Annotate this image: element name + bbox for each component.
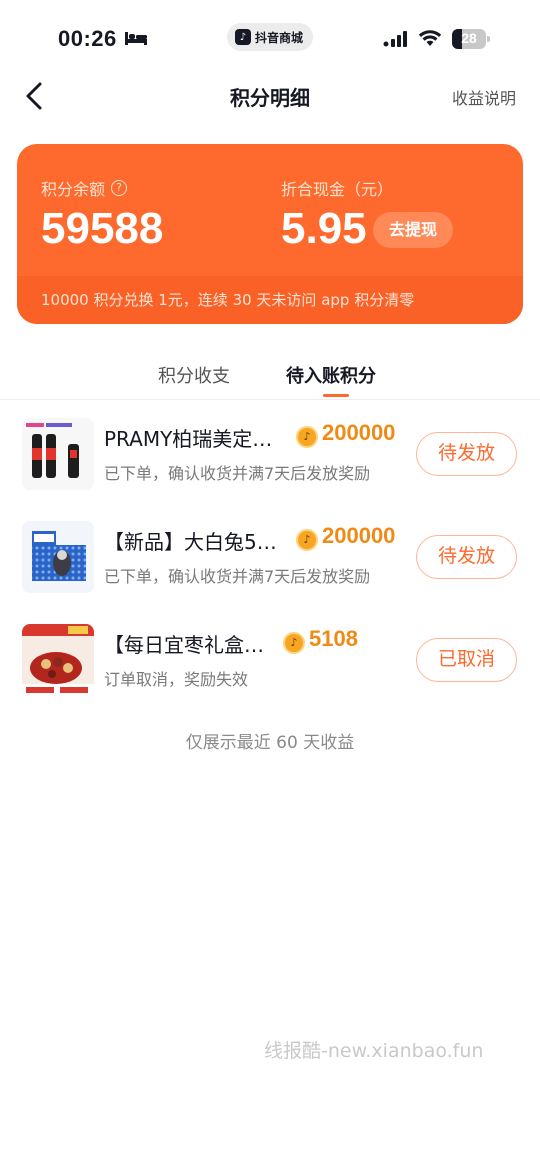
tab-bar: 积分收支 待入账积分 [0,352,540,400]
nav-bar: 积分明细 收益说明 [0,70,540,122]
earnings-info-link[interactable]: 收益说明 [452,85,516,109]
watermark: 线报酷-new.xianbao.fun [264,1040,484,1062]
status-pending-button[interactable]: 待发放 [416,535,517,579]
balance-label: 积分余额 [41,180,106,199]
reward-status-text: 订单取消，奖励失效 [104,670,249,689]
coin-icon: ♪ [283,632,305,654]
coin-icon: ♪ [296,529,318,551]
status-bar: 00:26 ♪ 抖音商城 28 [0,0,540,70]
list-item[interactable]: 【新品】大白兔5… ♪ 200000 已下单，确认收货并满7天后发放奖励 待发放 [0,503,540,603]
cash-label: 折合现金（元） [281,180,394,199]
cellular-signal-icon [383,31,407,47]
douyin-logo-icon: ♪ [235,29,251,45]
points-balance: 59588 [41,204,164,253]
clock: 00:26 [58,26,117,51]
product-thumbnail [22,521,94,593]
list-item[interactable]: PRAMY柏瑞美定… ♪ 200000 已下单，确认收货并满7天后发放奖励 待发… [0,400,540,500]
tab-points-ledger[interactable]: 积分收支 [158,362,230,388]
cash-value: 5.95 [281,204,367,253]
status-pending-button[interactable]: 待发放 [416,432,517,476]
points-summary-card: 积分余额 ? 59588 折合现金（元） 5.95 去提现 10000 积分兑换… [17,144,523,324]
points-amount: 200000 [322,420,396,445]
product-thumbnail [22,624,94,696]
status-cancelled-button[interactable]: 已取消 [416,638,517,682]
coin-icon: ♪ [296,426,318,448]
list-item[interactable]: 【每日宜枣礼盒… ♪ 5108 订单取消，奖励失效 已取消 [0,606,540,706]
product-thumbnail [22,418,94,490]
points-amount: 5108 [309,626,358,651]
sleep-focus-icon [125,32,147,45]
exchange-rule-text: 10000 积分兑换 1元，连续 30 天未访问 app 积分清零 [41,291,415,309]
wifi-icon [418,30,442,46]
product-title: 【新品】大白兔5… [104,530,277,554]
product-title: PRAMY柏瑞美定… [104,427,273,451]
battery-indicator: 28 [452,29,490,49]
tab-pending-points[interactable]: 待入账积分 [286,362,376,388]
battery-level: 28 [461,30,477,46]
app-name: 抖音商城 [255,30,304,45]
reward-status-text: 已下单，确认收货并满7天后发放奖励 [104,464,371,483]
withdraw-button[interactable]: 去提现 [373,212,453,248]
points-amount: 200000 [322,523,396,548]
history-range-note: 仅展示最近 60 天收益 [185,733,355,753]
product-title: 【每日宜枣礼盒… [104,633,264,657]
balance-label-row: 积分余额 ? [41,176,128,200]
active-tab-indicator [323,394,349,397]
app-return-pill[interactable]: ♪ 抖音商城 [227,23,313,51]
help-icon[interactable]: ? [111,180,128,196]
reward-status-text: 已下单，确认收货并满7天后发放奖励 [104,567,371,586]
